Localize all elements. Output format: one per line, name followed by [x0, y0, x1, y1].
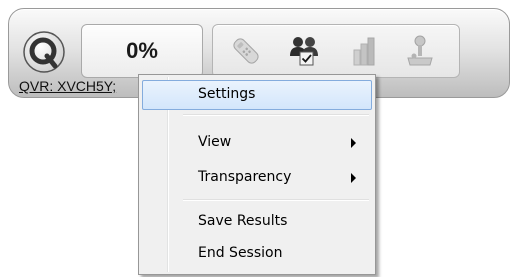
users-checklist-icon[interactable]: [287, 34, 321, 68]
menu-separator: [183, 199, 369, 201]
progress-percent: 0%: [126, 38, 158, 63]
menu-item-end-session[interactable]: End Session: [142, 239, 372, 269]
bar-chart-icon[interactable]: [347, 34, 381, 68]
remote-control-icon[interactable]: [229, 34, 263, 68]
menu-separator: [183, 114, 369, 116]
menu-item-label: Settings: [198, 86, 256, 102]
app-stage: 0% QVR: XVCH5Y; Settings View Transparen…: [0, 0, 513, 277]
menu-item-settings[interactable]: Settings: [142, 80, 372, 110]
menu-item-save-results[interactable]: Save Results: [142, 207, 372, 237]
menu-item-label: View: [198, 134, 232, 150]
session-id-label[interactable]: QVR: XVCH5Y;: [19, 78, 116, 94]
q-logo-icon[interactable]: [22, 30, 66, 74]
submenu-arrow-icon: [351, 138, 356, 148]
menu-item-label: End Session: [198, 245, 283, 261]
menu-item-view[interactable]: View: [142, 128, 372, 158]
progress-display: 0%: [81, 24, 203, 78]
joystick-icon[interactable]: [403, 34, 437, 68]
submenu-arrow-icon: [351, 173, 356, 183]
context-menu: Settings View Transparency Save Results …: [138, 74, 376, 275]
toolbar-icon-group: [212, 24, 460, 78]
menu-item-transparency[interactable]: Transparency: [142, 163, 372, 193]
menu-item-label: Transparency: [198, 169, 292, 185]
menu-item-label: Save Results: [198, 213, 288, 229]
